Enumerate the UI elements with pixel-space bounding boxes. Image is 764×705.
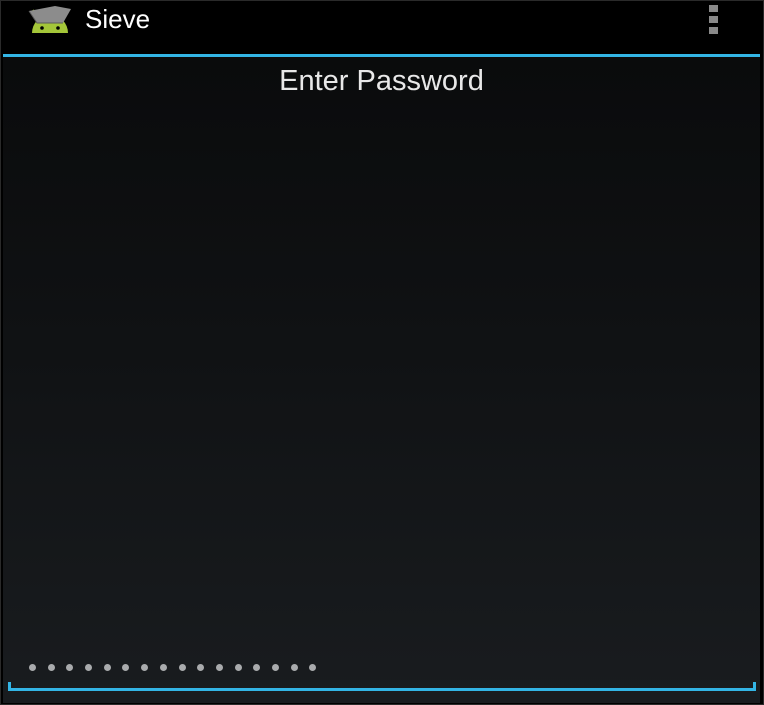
password-dot	[103, 663, 111, 671]
password-dot	[85, 663, 93, 671]
app-window: Sieve Enter Password	[0, 0, 764, 705]
android-icon[interactable]	[27, 5, 73, 35]
password-mask	[29, 662, 317, 672]
password-dot	[253, 663, 261, 671]
password-dot	[290, 663, 298, 671]
password-dot	[122, 663, 130, 671]
password-dot	[29, 663, 36, 671]
action-bar: Sieve	[2, 1, 762, 54]
password-dot	[47, 663, 55, 671]
password-dot	[141, 663, 149, 671]
password-dot	[215, 663, 223, 671]
input-underline	[8, 688, 756, 691]
main-content: Enter Password	[3, 57, 760, 703]
overflow-dot	[709, 27, 718, 34]
password-dot	[309, 663, 317, 671]
password-dot	[271, 663, 279, 671]
password-dot	[178, 663, 186, 671]
input-border-right	[753, 682, 756, 691]
overflow-dot	[709, 16, 718, 23]
password-dot	[159, 663, 167, 671]
page-title: Enter Password	[279, 65, 484, 97]
password-input[interactable]	[8, 645, 756, 697]
password-dot	[234, 663, 242, 671]
overflow-dot	[709, 5, 718, 12]
overflow-menu-icon[interactable]	[702, 1, 726, 41]
app-title: Sieve	[85, 4, 151, 34]
password-dot	[66, 663, 74, 671]
password-dot	[197, 663, 205, 671]
